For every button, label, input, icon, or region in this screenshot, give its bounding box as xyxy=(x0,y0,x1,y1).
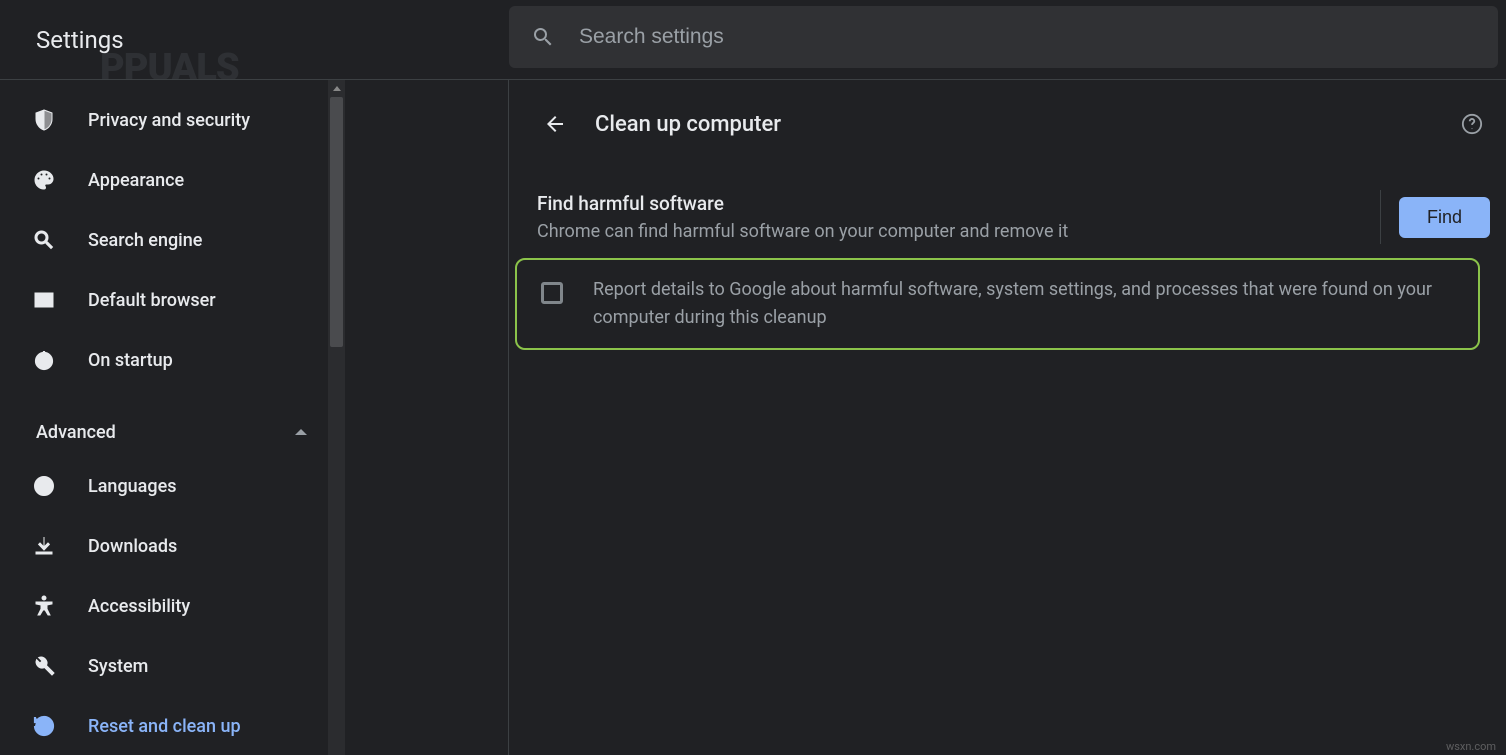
sidebar-item-appearance[interactable]: Appearance xyxy=(0,156,345,204)
sidebar-item-label: Default browser xyxy=(88,290,216,311)
search-icon xyxy=(32,228,56,252)
find-harmful-software-row: Find harmful software Chrome can find ha… xyxy=(537,190,1490,244)
sidebar-item-label: Search engine xyxy=(88,230,202,251)
sidebar-item-reset-and-clean-up[interactable]: Reset and clean up xyxy=(0,702,345,750)
chevron-up-icon xyxy=(295,429,307,435)
sidebar-item-label: System xyxy=(88,656,148,677)
sidebar: Privacy and security Appearance Search e… xyxy=(0,80,345,755)
power-icon xyxy=(32,348,56,372)
find-button[interactable]: Find xyxy=(1399,197,1490,238)
app-title: Settings xyxy=(36,26,124,54)
scrollbar-thumb[interactable] xyxy=(330,97,343,347)
report-details-row: Report details to Google about harmful s… xyxy=(515,258,1480,350)
restore-icon xyxy=(32,714,56,738)
sidebar-item-label: Reset and clean up xyxy=(88,716,241,737)
help-icon xyxy=(1461,113,1483,135)
accessibility-icon xyxy=(32,594,56,618)
sidebar-item-privacy-and-security[interactable]: Privacy and security xyxy=(0,96,345,144)
help-button[interactable] xyxy=(1456,108,1488,140)
sidebar-section-advanced[interactable]: Advanced xyxy=(0,408,345,456)
sidebar-item-label: Privacy and security xyxy=(88,110,250,131)
globe-icon xyxy=(32,474,56,498)
report-checkbox[interactable] xyxy=(541,282,563,304)
search-bar[interactable] xyxy=(509,6,1498,68)
find-title: Find harmful software xyxy=(537,192,1362,215)
search-icon xyxy=(531,25,555,49)
wrench-icon xyxy=(32,654,56,678)
report-checkbox-label: Report details to Google about harmful s… xyxy=(593,276,1458,332)
arrow-left-icon xyxy=(543,112,567,136)
sidebar-item-label: On startup xyxy=(88,350,173,371)
search-input[interactable] xyxy=(579,25,1498,49)
sidebar-item-default-browser[interactable]: Default browser xyxy=(0,276,345,324)
sidebar-item-label: Appearance xyxy=(88,170,184,191)
scroll-up-button[interactable] xyxy=(328,80,345,97)
download-icon xyxy=(32,534,56,558)
sidebar-item-on-startup[interactable]: On startup xyxy=(0,336,345,384)
sidebar-item-label: Downloads xyxy=(88,536,177,557)
sidebar-item-label: Accessibility xyxy=(88,596,190,617)
page-header: Clean up computer xyxy=(537,106,781,142)
palette-icon xyxy=(32,168,56,192)
browser-icon xyxy=(32,288,56,312)
top-bar: Settings PPUALS xyxy=(0,0,1506,80)
sidebar-item-search-engine[interactable]: Search engine xyxy=(0,216,345,264)
layout: Privacy and security Appearance Search e… xyxy=(0,80,1506,755)
sidebar-item-accessibility[interactable]: Accessibility xyxy=(0,582,345,630)
separator xyxy=(1380,190,1381,244)
sidebar-item-downloads[interactable]: Downloads xyxy=(0,522,345,570)
sidebar-item-languages[interactable]: Languages xyxy=(0,462,345,510)
main-content: Clean up computer Find harmful software … xyxy=(509,80,1506,755)
sidebar-scrollbar[interactable] xyxy=(328,80,345,755)
sidebar-item-system[interactable]: System xyxy=(0,642,345,690)
advanced-label: Advanced xyxy=(36,422,116,443)
find-subtitle: Chrome can find harmful software on your… xyxy=(537,221,1362,242)
page-title: Clean up computer xyxy=(595,112,781,137)
sidebar-item-label: Languages xyxy=(88,476,176,497)
shield-icon xyxy=(32,108,56,132)
footer-watermark: wsxn.com xyxy=(1446,740,1496,753)
back-button[interactable] xyxy=(537,106,573,142)
